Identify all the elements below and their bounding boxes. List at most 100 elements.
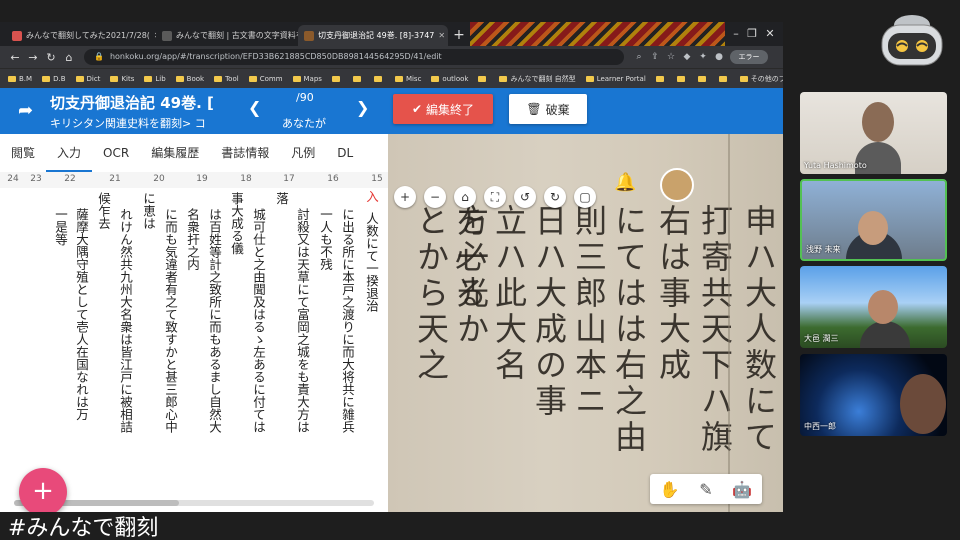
manuscript-viewer[interactable]: 方一光か とから天之 を必る 立ハ此大名 日ハ大成の事 則三郎山本ニ にてはは右之由 右は事大… <box>388 134 783 512</box>
app-tab[interactable]: DL <box>326 134 364 172</box>
app-tab[interactable]: 編集履歴 <box>140 134 210 172</box>
user-avatar[interactable] <box>660 168 694 202</box>
app-tab[interactable]: OCR <box>92 134 140 172</box>
video-tile-active[interactable]: 浅野 未来 <box>800 179 947 261</box>
back-icon[interactable]: ← <box>6 51 24 64</box>
transcription-line[interactable]: に出る所に本戸之渡りに而大将共に雑兵 <box>336 208 358 508</box>
new-tab-button[interactable]: + <box>451 27 467 43</box>
robot-ocr-icon[interactable]: 🤖 <box>732 480 752 499</box>
bookmark-item[interactable]: outlook <box>431 75 468 83</box>
video-tile[interactable]: Yuta Hashimoto <box>800 92 947 174</box>
bookmark-label: Learner Portal <box>596 74 646 83</box>
extension-icon[interactable]: ◆ <box>680 50 694 64</box>
bookmark-item[interactable]: Book <box>175 75 204 83</box>
share-icon[interactable]: ⇪ <box>648 50 662 64</box>
home-view-icon[interactable]: ⌂ <box>454 186 476 208</box>
transcription-line[interactable]: れけん然共九州大名衆は皆江戸に被相詰 <box>114 208 136 508</box>
transcription-line[interactable]: 城可仕と之由聞及はるゝ左あるに付ては <box>247 208 269 508</box>
app-tab[interactable]: 書誌情報 <box>210 134 280 172</box>
bookmark-item[interactable]: Misc <box>394 74 422 83</box>
check-icon: ✔ <box>411 102 423 116</box>
bookmark-item[interactable]: D.B <box>42 75 66 83</box>
pencil-icon[interactable]: ✎ <box>699 480 712 499</box>
bookmark-item[interactable] <box>655 75 667 82</box>
home-icon[interactable]: ⌂ <box>60 51 78 64</box>
zoom-icon[interactable]: ⌕ <box>632 50 646 64</box>
reload-icon[interactable]: ↻ <box>42 51 60 64</box>
bookmark-item[interactable] <box>697 75 709 82</box>
bookmark-item[interactable] <box>478 75 489 82</box>
browser-tab-1[interactable]: みんなで翻刻してみた2021/7/28( ✕ <box>6 25 156 46</box>
transcription-line[interactable]: 一人も不残 <box>314 208 336 508</box>
transcription-line[interactable]: は百姓等計之致所に而もあるまし自然大 <box>203 208 225 508</box>
discard-button[interactable]: 🗑 破棄 <box>509 94 587 124</box>
transcription-line[interactable]: 入 <box>360 190 382 490</box>
transcription-line[interactable]: 名衆扞之内 <box>181 208 203 508</box>
browser-tab-3[interactable]: 切支丹御退治記 49巻. [8]-3747 ✕ <box>298 25 448 46</box>
folder-icon <box>144 75 153 82</box>
bookmark-item[interactable] <box>718 75 730 82</box>
chevron-left-icon[interactable]: ❮ <box>248 98 261 117</box>
fullscreen-icon[interactable]: ⛶ <box>484 186 506 208</box>
bookmark-item[interactable]: Maps <box>292 75 322 83</box>
bookmark-item[interactable] <box>373 75 385 82</box>
bookmark-item[interactable]: Comm <box>248 75 283 83</box>
fit-icon[interactable]: ▢ <box>574 186 596 208</box>
folder-icon <box>431 75 440 82</box>
browser-tab-2[interactable]: みんなで翻刻 | 古文書の文字資料を ✕ <box>156 25 298 46</box>
bookmark-item[interactable]: Lib <box>144 75 166 83</box>
bookmark-item[interactable]: その他のブックマーク <box>739 74 783 84</box>
discard-label: 破棄 <box>545 102 570 117</box>
video-tile[interactable]: 中西一郎 <box>800 354 947 436</box>
avatar-icon[interactable]: ● <box>712 50 726 64</box>
bookmark-label: Misc <box>405 74 422 83</box>
transcription-line[interactable]: 薩摩大隅守殖として壱人在国なれは万 <box>70 208 92 508</box>
bookmark-item[interactable]: B.M <box>8 75 32 83</box>
restore-icon[interactable]: ❐ <box>744 26 760 42</box>
close-window-icon[interactable]: ✕ <box>762 26 778 42</box>
app-tab[interactable]: 閲覧 <box>0 134 46 172</box>
address-bar[interactable]: 🔒 honkoku.org/app/#/transcription/EFD33B6… <box>84 49 624 65</box>
participant-face <box>868 290 898 324</box>
column-number: 20 <box>153 174 165 184</box>
zoom-in-icon[interactable]: + <box>394 186 416 208</box>
close-icon[interactable]: ✕ <box>438 31 445 40</box>
rotate-right-icon[interactable]: ↻ <box>544 186 566 208</box>
rotate-left-icon[interactable]: ↺ <box>514 186 536 208</box>
bookmark-item[interactable] <box>676 75 688 82</box>
column-number: 19 <box>196 174 208 184</box>
transcription-line[interactable]: 候乍去 <box>92 192 114 492</box>
transcription-line[interactable]: に恵は <box>137 192 159 492</box>
folder-icon <box>697 75 706 82</box>
profile-button[interactable]: エラー <box>730 50 768 64</box>
breadcrumb[interactable]: キリシタン関連史料を翻刻> コ <box>50 115 206 131</box>
forward-icon[interactable]: → <box>24 51 42 64</box>
bookmark-item[interactable]: Tool <box>214 75 239 83</box>
puzzle-icon[interactable]: ✦ <box>696 50 710 64</box>
back-arrow-icon[interactable]: ➦ <box>18 100 33 121</box>
folder-icon <box>394 75 403 82</box>
bookmark-item[interactable] <box>331 75 343 82</box>
finish-editing-button[interactable]: ✔ 編集終了 <box>393 94 493 124</box>
chevron-right-icon[interactable]: ❯ <box>356 98 369 117</box>
add-button[interactable]: + <box>19 468 67 512</box>
transcription-editor[interactable]: 人数にて一揆退治入に出る所に本戸之渡りに而大将共に雑兵 一人も不残 討殺又は天草にて… <box>0 188 388 512</box>
hand-pan-icon[interactable]: ✋ <box>660 480 680 499</box>
transcription-line[interactable]: に而も気違者有之て致すかと甚三郎心中 <box>159 208 181 508</box>
bell-icon[interactable]: 🔔 <box>614 172 636 193</box>
app-tab[interactable]: 凡例 <box>280 134 326 172</box>
minimize-icon[interactable]: – <box>728 26 744 42</box>
bookmark-item[interactable]: Learner Portal <box>585 74 646 83</box>
transcription-line[interactable]: 一是等 <box>49 208 71 508</box>
bookmark-item[interactable]: Kits <box>110 75 134 83</box>
star-icon[interactable]: ☆ <box>664 50 678 64</box>
transcription-line[interactable]: 事大成る儀 <box>225 192 247 492</box>
transcription-line[interactable]: 落 <box>270 192 292 492</box>
video-tile[interactable]: 大邑 潤三 <box>800 266 947 348</box>
transcription-line[interactable]: 討殺又は天草にて富岡之城をも責大方は <box>291 208 313 508</box>
app-tab[interactable]: 入力 <box>46 134 93 172</box>
bookmark-item[interactable] <box>352 75 364 82</box>
bookmark-item[interactable]: Dict <box>75 75 100 83</box>
zoom-out-icon[interactable]: − <box>424 186 446 208</box>
bookmark-item[interactable]: みんなで翻刻 自然型 <box>499 74 576 84</box>
